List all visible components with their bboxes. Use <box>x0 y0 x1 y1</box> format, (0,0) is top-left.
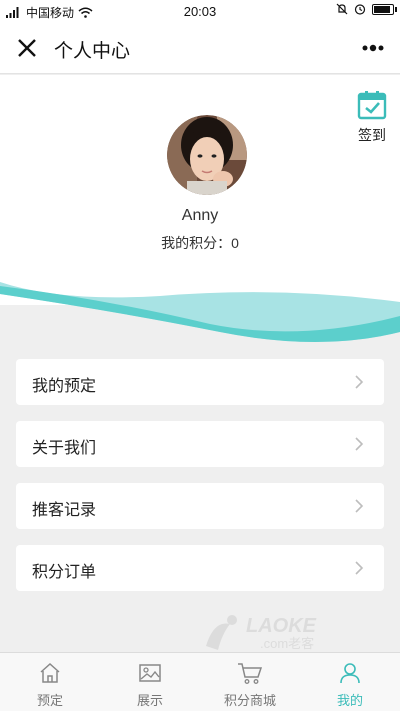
status-bar: 中国移动 20:03 <box>0 0 400 22</box>
tab-label: 预定 <box>36 693 63 708</box>
points-text: 我的积分：0 <box>161 235 239 251</box>
tab-points-mall[interactable]: 积分商城 <box>200 653 300 711</box>
checkin-button[interactable]: 签到 <box>356 90 388 145</box>
alarm-icon <box>354 4 366 15</box>
checkin-label: 签到 <box>358 127 386 143</box>
bottom-tab-bar: 预定 展示 积分商城 我的 <box>0 652 400 711</box>
watermark-logo: LAOKE .com老客 <box>206 615 317 651</box>
page-title: 个人中心 <box>54 41 131 62</box>
status-right <box>336 3 397 15</box>
avatar[interactable] <box>167 115 247 195</box>
menu-item-referral-records[interactable]: 推客记录 <box>16 483 384 529</box>
home-icon <box>40 662 60 683</box>
watermark-subtext: .com老客 <box>260 636 314 651</box>
menu-item-about-us[interactable]: 关于我们 <box>16 421 384 467</box>
title-bar: 个人中心 <box>0 22 400 74</box>
profile-header: 签到 Anny 我的积分：0 <box>0 75 400 305</box>
menu-item-points-orders[interactable]: 积分订单 <box>16 545 384 591</box>
tab-label: 展示 <box>136 693 163 708</box>
battery-icon <box>372 3 397 15</box>
tab-label: 积分商城 <box>223 693 276 708</box>
menu-list: 我的预定 关于我们 推客记录 积分订单 <box>16 359 384 607</box>
image-icon <box>139 664 161 682</box>
menu-item-my-booking[interactable]: 我的预定 <box>16 359 384 405</box>
tab-label: 我的 <box>336 693 363 708</box>
tab-showcase[interactable]: 展示 <box>100 653 200 711</box>
menu-item-label: 积分订单 <box>32 564 97 581</box>
header-wave <box>0 272 400 342</box>
cart-icon <box>238 663 263 684</box>
menu-item-label: 关于我们 <box>32 440 97 457</box>
tab-booking[interactable]: 预定 <box>0 653 100 711</box>
chevron-right-icon <box>355 561 364 575</box>
user-icon <box>340 663 360 684</box>
chevron-right-icon <box>355 437 364 451</box>
chevron-right-icon <box>355 375 364 389</box>
tab-mine[interactable]: 我的 <box>300 653 400 711</box>
more-icon[interactable] <box>360 40 386 56</box>
calendar-check-icon <box>357 91 387 120</box>
chevron-right-icon <box>355 499 364 513</box>
menu-item-label: 我的预定 <box>32 378 97 395</box>
watermark-text: LAOKE <box>246 615 317 637</box>
username: Anny <box>181 207 219 224</box>
mute-icon <box>336 3 348 15</box>
menu-item-label: 推客记录 <box>32 502 97 519</box>
close-icon[interactable] <box>14 35 40 61</box>
